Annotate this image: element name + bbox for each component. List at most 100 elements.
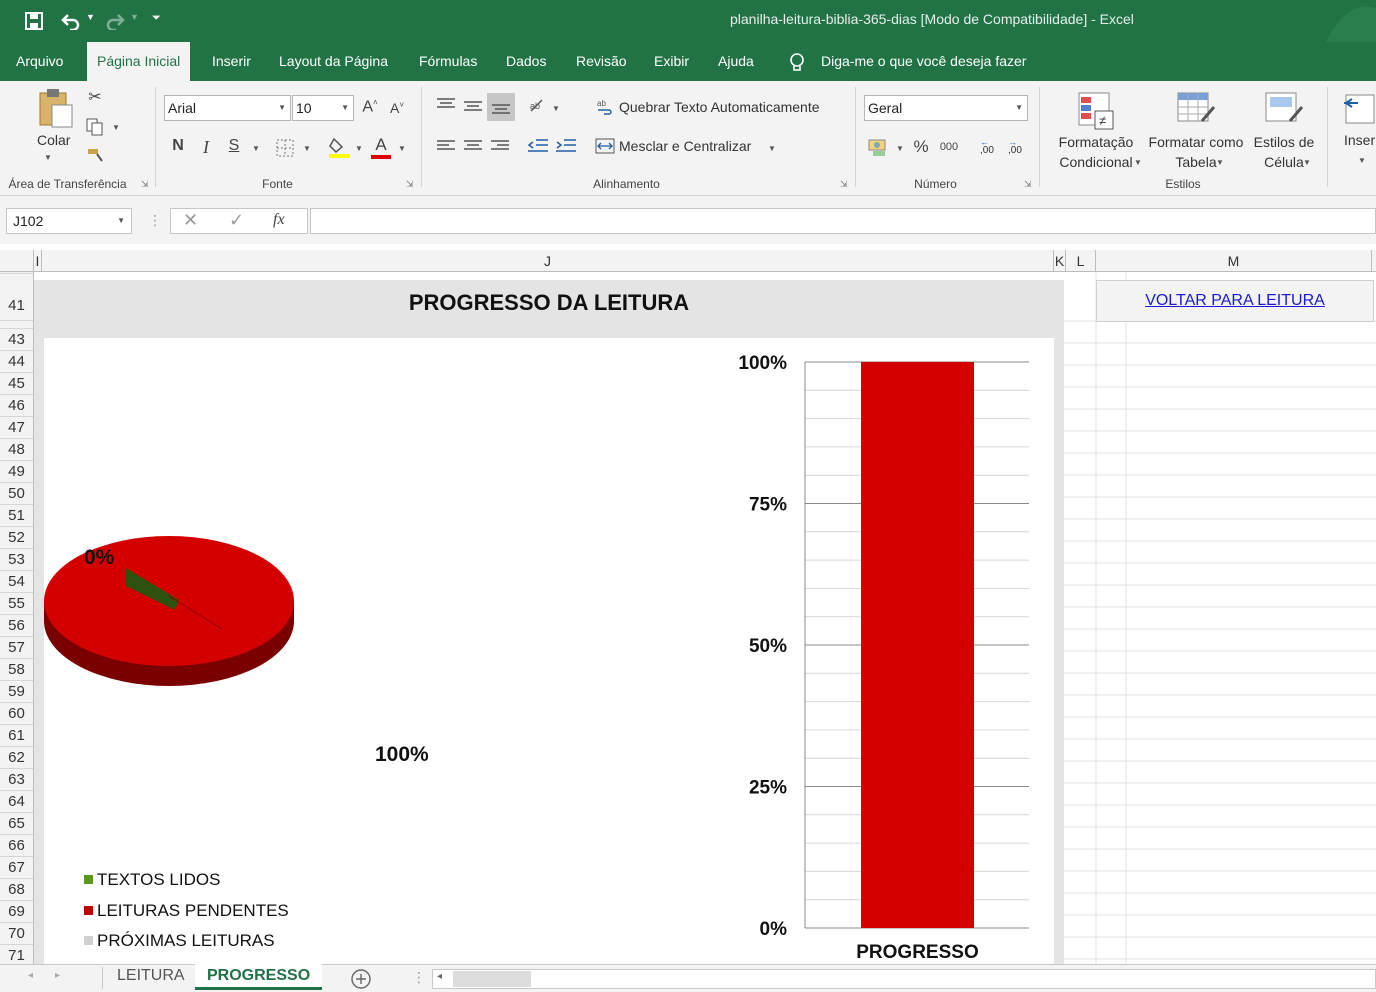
tab-ajuda[interactable]: Ajuda (708, 42, 764, 81)
scrollbar-thumb[interactable] (453, 971, 531, 987)
currency-icon[interactable] (868, 137, 890, 157)
tab-split-grip-icon[interactable]: ⋮ (412, 969, 426, 986)
tab-layout-da-pagina[interactable]: Layout da Página (269, 42, 398, 81)
row-header-51[interactable]: 51 (0, 505, 33, 527)
row-header-43[interactable]: 43 (0, 329, 33, 351)
font-size-select[interactable]: 10 ▼ (292, 95, 354, 121)
merge-dropdown-icon[interactable]: ▼ (768, 144, 776, 153)
row-header-57[interactable]: 57 (0, 637, 33, 659)
merge-center-icon[interactable] (595, 138, 615, 154)
tab-arquivo[interactable]: Arquivo (6, 42, 73, 81)
row-header-63[interactable]: 63 (0, 769, 33, 791)
percent-button[interactable]: % (911, 137, 931, 157)
tab-revisao[interactable]: Revisão (566, 42, 637, 81)
redo-icon[interactable] (104, 12, 126, 30)
number-format-select[interactable]: Geral ▼ (864, 95, 1028, 121)
wrap-text-button[interactable]: Quebrar Texto Automaticamente (619, 99, 820, 115)
format-painter-icon[interactable] (87, 147, 105, 163)
number-launcher-icon[interactable]: ⇲ (1024, 179, 1032, 190)
cell-styles-icon[interactable] (1264, 91, 1306, 131)
row-header-66[interactable]: 66 (0, 835, 33, 857)
insert-function-button[interactable]: fx (273, 211, 285, 229)
row-header-50[interactable]: 50 (0, 483, 33, 505)
cond-dropdown-icon[interactable]: ▼ (1134, 158, 1142, 167)
formula-input[interactable] (310, 208, 1376, 234)
decrease-decimal-button[interactable]: ,00 → (1004, 137, 1028, 159)
row-header-65[interactable]: 65 (0, 813, 33, 835)
row-header-69[interactable]: 69 (0, 901, 33, 923)
align-right-icon[interactable] (490, 139, 510, 153)
row-header-67[interactable]: 67 (0, 857, 33, 879)
increase-decimal-button[interactable]: ← ,00 (976, 137, 1000, 159)
column-header-j[interactable]: J (42, 250, 1054, 272)
chart-area[interactable]: PROGRESSO DA LEITURA 0% 100% 0% 25% 50% 75% 10… (34, 280, 1064, 964)
align-center-icon[interactable] (463, 139, 483, 153)
thousands-button[interactable]: 000 (937, 141, 961, 153)
row-header-60[interactable]: 60 (0, 703, 33, 725)
tab-dados[interactable]: Dados (496, 42, 556, 81)
insert-button[interactable]: Inser (1344, 132, 1375, 148)
cell-styles-dropdown-icon[interactable]: ▼ (1303, 158, 1311, 167)
row-header-68[interactable]: 68 (0, 879, 33, 901)
sheet-tab-progresso[interactable]: PROGRESSO (195, 964, 323, 990)
row-header-58[interactable]: 58 (0, 659, 33, 681)
row-header[interactable] (0, 266, 33, 274)
paste-icon[interactable] (36, 87, 76, 129)
redo-dropdown-icon[interactable]: ▼ (130, 12, 139, 22)
font-color-dropdown-icon[interactable]: ▼ (398, 144, 406, 153)
sheet-tab-leitura[interactable]: LEITURA (105, 964, 197, 990)
conditional-formatting-icon[interactable]: ≠ (1077, 91, 1117, 131)
wrap-text-icon[interactable]: ab (596, 98, 614, 116)
grow-font-icon[interactable]: A˄ (362, 98, 378, 116)
tab-inserir[interactable]: Inserir (202, 42, 261, 81)
italic-button[interactable]: I (198, 137, 214, 158)
row-header-56[interactable]: 56 (0, 615, 33, 637)
format-table-icon[interactable] (1176, 91, 1218, 131)
row-header-46[interactable]: 46 (0, 395, 33, 417)
tell-me-search[interactable]: Diga-me o que você deseja fazer (811, 42, 1036, 81)
row-header-54[interactable]: 54 (0, 571, 33, 593)
row-header-62[interactable]: 62 (0, 747, 33, 769)
column-header-k[interactable]: K (1054, 250, 1066, 272)
format-table-button[interactable]: Formatar como Tabela (1144, 132, 1248, 172)
shrink-font-icon[interactable]: A˅ (389, 100, 405, 116)
row-header-53[interactable]: 53 (0, 549, 33, 571)
scroll-left-icon[interactable]: ◂ (437, 971, 442, 982)
cut-icon[interactable]: ✂ (85, 87, 105, 107)
conditional-formatting-button[interactable]: Formatação Condicional (1049, 132, 1143, 172)
insert-cells-icon[interactable] (1342, 91, 1376, 127)
horizontal-scrollbar[interactable]: ◂ (432, 969, 1376, 989)
bold-button[interactable]: N (169, 137, 187, 155)
undo-icon[interactable] (60, 12, 82, 30)
orientation-dropdown-icon[interactable]: ▼ (552, 104, 560, 113)
increase-indent-icon[interactable] (555, 138, 577, 154)
row-header-61[interactable]: 61 (0, 725, 33, 747)
column-header-i[interactable]: I (34, 250, 42, 272)
align-top-icon[interactable] (436, 97, 456, 111)
copy-dropdown-icon[interactable]: ▼ (112, 123, 120, 132)
row-header-44[interactable]: 44 (0, 351, 33, 373)
copy-icon[interactable] (86, 118, 104, 136)
orientation-icon[interactable]: ab (528, 97, 550, 115)
row-header-48[interactable]: 48 (0, 439, 33, 461)
column-header-m[interactable]: M (1096, 250, 1372, 272)
tab-exibir[interactable]: Exibir (644, 42, 699, 81)
cancel-icon[interactable]: ✕ (183, 210, 198, 231)
align-left-icon[interactable] (436, 139, 456, 153)
save-icon[interactable] (24, 11, 44, 31)
row-header-45[interactable]: 45 (0, 373, 33, 395)
add-sheet-icon[interactable] (350, 968, 372, 990)
clipboard-launcher-icon[interactable]: ⇲ (141, 179, 149, 190)
enter-icon[interactable]: ✓ (229, 210, 244, 231)
borders-dropdown-icon[interactable]: ▼ (303, 144, 311, 153)
currency-dropdown-icon[interactable]: ▼ (896, 144, 904, 153)
row-header-64[interactable]: 64 (0, 791, 33, 813)
insert-dropdown-icon[interactable]: ▼ (1358, 156, 1366, 165)
font-color-icon[interactable]: A (372, 135, 390, 155)
font-name-select[interactable]: Arial ▼ (164, 95, 291, 121)
name-box[interactable]: J102 ▼ (6, 208, 132, 234)
scroll-tabs-right-icon[interactable]: ▸ (55, 970, 60, 981)
column-header-l[interactable]: L (1066, 250, 1096, 272)
underline-button[interactable]: S (226, 137, 242, 155)
row-header-55[interactable]: 55 (0, 593, 33, 615)
